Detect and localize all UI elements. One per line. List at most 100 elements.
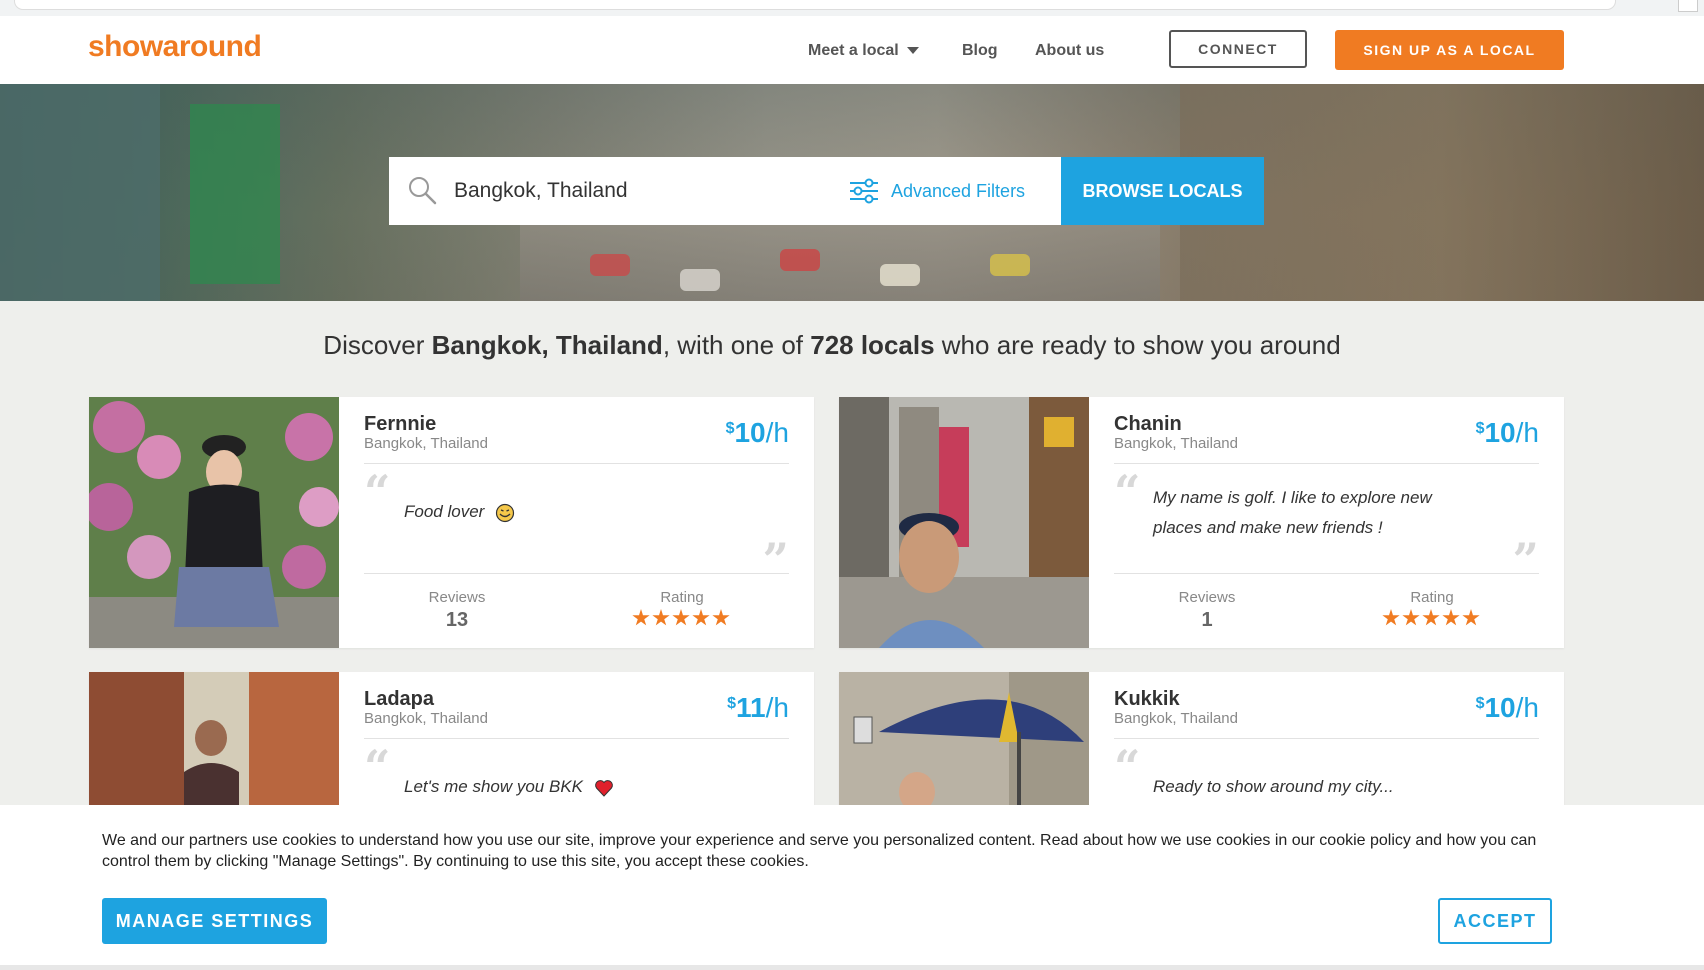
local-photo[interactable] [89,397,339,648]
hero-photo-atm-sign [190,104,280,284]
local-card-fernnie[interactable]: Fernnie Bangkok, Thailand $10/h “ Food l… [89,397,814,648]
local-price: $10/h [1476,692,1539,724]
showaround-logo[interactable]: showaround [88,30,262,64]
connect-button[interactable]: CONNECT [1169,30,1307,68]
local-quote-text: Let's me show you BKK [404,777,583,796]
price-amount: 10 [1484,417,1516,448]
nav-meet-a-local[interactable]: Meet a local [808,42,919,60]
reviews-count: 1 [1201,609,1213,631]
local-quote-text: Food lover [404,502,485,521]
discover-heading: Discover Bangkok, Thailand, with one of … [0,330,1664,361]
local-card-chanin[interactable]: Chanin Bangkok, Thailand $10/h “ My name… [839,397,1564,648]
local-location: Bangkok, Thailand [1114,435,1238,452]
local-price: $10/h [726,417,789,449]
hero-photo-car [990,254,1030,276]
star-icon [652,609,670,626]
local-location: Bangkok, Thailand [364,435,488,452]
browser-address-strip [0,0,1704,17]
discover-middle: , with one of [662,330,811,360]
rating-label: Rating [1410,589,1454,606]
star-icon [1442,609,1460,626]
price-currency: $ [727,695,737,712]
open-quote-icon: “ [364,465,391,519]
nav-blog[interactable]: Blog [962,42,998,60]
filter-sliders-icon [850,178,878,204]
cookie-banner: We and our partners use cookies to under… [0,805,1704,970]
hero-photo-building [0,84,160,301]
manage-settings-button[interactable]: MANAGE SETTINGS [102,898,327,944]
advanced-filters-button[interactable]: Advanced Filters [849,175,1025,207]
close-quote-icon: ” [1512,533,1539,587]
cookie-text: We and our partners use cookies to under… [102,832,1537,870]
advanced-filters-label: Advanced Filters [891,180,1026,201]
hero-photo-car [590,254,630,276]
nav-about-us[interactable]: About us [1035,42,1104,60]
address-bar[interactable] [14,0,1616,10]
reviews-count: 13 [445,609,469,631]
search-box: Bangkok, Thailand Advanced Filters [389,157,1061,225]
local-price: $11/h [727,692,789,724]
divider [364,738,789,739]
smiling-emoji-icon [495,503,515,522]
local-quote: Ready to show around my city... [1153,777,1394,796]
local-location: Bangkok, Thailand [1114,710,1238,727]
price-currency: $ [1475,420,1485,437]
price-currency: $ [1475,695,1485,712]
open-quote-icon: “ [364,740,391,794]
local-name[interactable]: Kukkik [1114,688,1180,711]
divider [1114,573,1539,574]
open-quote-icon: “ [1114,740,1141,794]
star-icon [712,609,730,626]
price-amount: 10 [1484,692,1516,723]
price-amount: 10 [734,417,766,448]
open-quote-icon: “ [1114,465,1141,519]
local-name[interactable]: Ladapa [364,688,434,711]
hero-photo-car [780,249,820,271]
nav-meet-a-local-label: Meet a local [808,42,899,59]
local-quote: Let's me show you BKK [404,772,744,802]
accept-button[interactable]: ACCEPT [1438,898,1552,944]
local-quote: My name is golf. I like to explore new p… [1153,488,1432,537]
local-photo[interactable] [839,397,1089,648]
browser-window-control[interactable] [1678,0,1698,12]
local-location: Bangkok, Thailand [364,710,488,727]
price-unit: /h [1515,417,1539,448]
heart-icon [594,779,613,797]
divider [1114,463,1539,464]
price-amount: 11 [736,692,766,723]
star-icon [1382,609,1400,626]
local-name[interactable]: Chanin [1114,413,1182,436]
divider [1114,738,1539,739]
local-quote: Food lover [404,497,744,527]
page-bottom-edge [0,965,1704,970]
hero-photo-car [680,269,720,291]
rating-stars [632,609,752,627]
discover-city: Bangkok, Thailand [431,330,663,360]
discover-suffix: who are ready to show you around [934,330,1341,360]
star-icon [1462,609,1480,626]
reviews-label: Reviews [428,589,486,606]
sign-up-as-local-button[interactable]: SIGN UP AS A LOCAL [1335,30,1564,70]
price-currency: $ [725,420,735,437]
divider [364,573,789,574]
price-unit: /h [1515,692,1539,723]
star-icon [1402,609,1420,626]
star-icon [1422,609,1440,626]
site-header: showaround Meet a local Blog About us CO… [0,16,1704,84]
chevron-down-icon [906,47,919,55]
search-icon [409,177,437,205]
price-unit: /h [765,417,789,448]
browse-locals-button[interactable]: BROWSE LOCALS [1061,157,1264,225]
rating-stars [1382,609,1502,627]
hero-photo-car [880,264,920,286]
close-quote-icon: ” [762,533,789,587]
search-input[interactable]: Bangkok, Thailand [454,179,628,203]
star-icon [692,609,710,626]
discover-prefix: Discover [323,330,432,360]
local-price: $10/h [1476,417,1539,449]
rating-label: Rating [660,589,704,606]
price-unit: /h [765,692,789,723]
star-icon [632,609,650,626]
local-name[interactable]: Fernnie [364,413,436,436]
star-icon [672,609,690,626]
